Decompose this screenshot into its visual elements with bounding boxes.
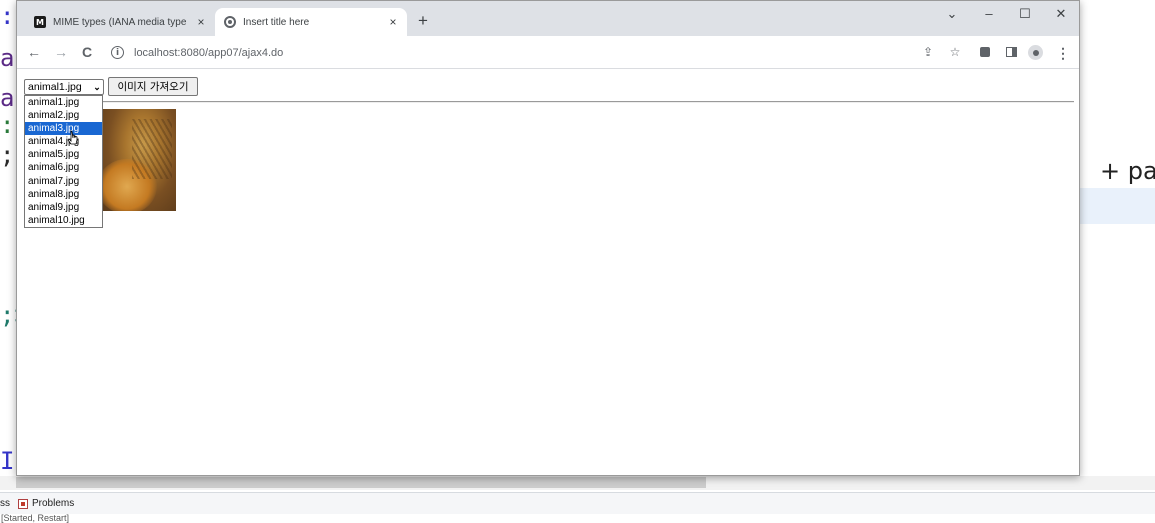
dropdown-option[interactable]: animal5.jpg [25,148,102,161]
ide-scrollbar-thumb[interactable] [16,477,706,488]
back-button[interactable]: ← [24,42,44,62]
dropdown-option[interactable]: animal10.jpg [25,214,102,227]
ide-tab-problems[interactable]: Problems [32,498,74,509]
minimize-button[interactable]: – [976,4,1002,24]
dropdown-option-highlighted[interactable]: animal3.jpg [25,122,102,136]
ide-bottom-panel-tabs: ss Problems [0,492,1155,514]
animal-image [102,109,176,211]
fetch-image-button[interactable]: 이미지 가져오기 [108,77,198,96]
maximize-button[interactable]: ☐ [1012,4,1038,24]
browser-toolbar: ← → C i localhost:8080/app07/ajax4.do ⇪ … [17,36,1079,69]
ide-code-right-fragment: + pa [1100,157,1155,185]
tab-mime-types[interactable]: M MIME types (IANA media type × [25,8,215,36]
url-text[interactable]: localhost:8080/app07/ajax4.do [134,47,283,59]
problems-icon [18,498,28,509]
tab-title: Insert title here [243,16,310,28]
image-select[interactable]: animal1.jpg ⌄ [24,79,104,95]
image-select-dropdown: animal1.jpg animal2.jpg animal3.jpg anim… [24,95,103,228]
bookmark-star-icon[interactable]: ☆ [946,42,964,62]
ide-tab-fragment[interactable]: ss [0,498,10,509]
mouse-cursor-icon [67,130,78,145]
info-icon[interactable]: i [111,46,124,59]
share-icon[interactable]: ⇪ [919,42,937,62]
new-tab-button[interactable]: + [413,11,433,31]
dropdown-option[interactable]: animal7.jpg [25,175,102,188]
tab-strip: M MIME types (IANA media type × Insert t… [17,1,1079,36]
dropdown-option[interactable]: animal4.jpg [25,135,102,148]
dropdown-option[interactable]: animal2.jpg [25,109,102,122]
forward-button[interactable]: → [51,42,71,62]
dropdown-option[interactable]: animal6.jpg [25,161,102,174]
tab-insert-title[interactable]: Insert title here × [215,8,407,36]
close-tab-icon[interactable]: × [193,15,209,29]
dropdown-option[interactable]: animal9.jpg [25,201,102,214]
tab-title: MIME types (IANA media type [53,16,187,28]
screen: :b ar ar :" ;, ;> ID + pa ss Problems [S… [0,0,1155,523]
tab-search-chevron-icon[interactable]: ⌄ [939,4,965,24]
mdn-icon: M [34,16,46,28]
profile-avatar-icon[interactable] [1028,45,1043,60]
close-window-button[interactable]: ✕ [1048,4,1074,24]
extensions-icon[interactable] [980,47,990,57]
browser-window: M MIME types (IANA media type × Insert t… [16,0,1080,476]
dropdown-option[interactable]: animal1.jpg [25,96,102,109]
address-bar[interactable]: i localhost:8080/app07/ajax4.do [103,40,981,65]
horizontal-rule [24,101,1074,103]
close-tab-icon[interactable]: × [385,15,401,29]
page-content: animal1.jpg ⌄ 이미지 가져오기 animal1.jpg anima… [17,70,1079,475]
browser-menu-icon[interactable]: ⋮ [1056,43,1070,63]
reload-button[interactable]: C [77,42,97,62]
image-select-value: animal1.jpg [28,81,82,93]
side-panel-icon[interactable] [1006,47,1017,57]
globe-icon [224,16,236,28]
chevron-down-icon: ⌄ [93,81,101,92]
ide-console-status: [Started, Restart] [1,514,70,523]
dropdown-option[interactable]: animal8.jpg [25,188,102,201]
ide-current-line-highlight [1080,188,1155,224]
